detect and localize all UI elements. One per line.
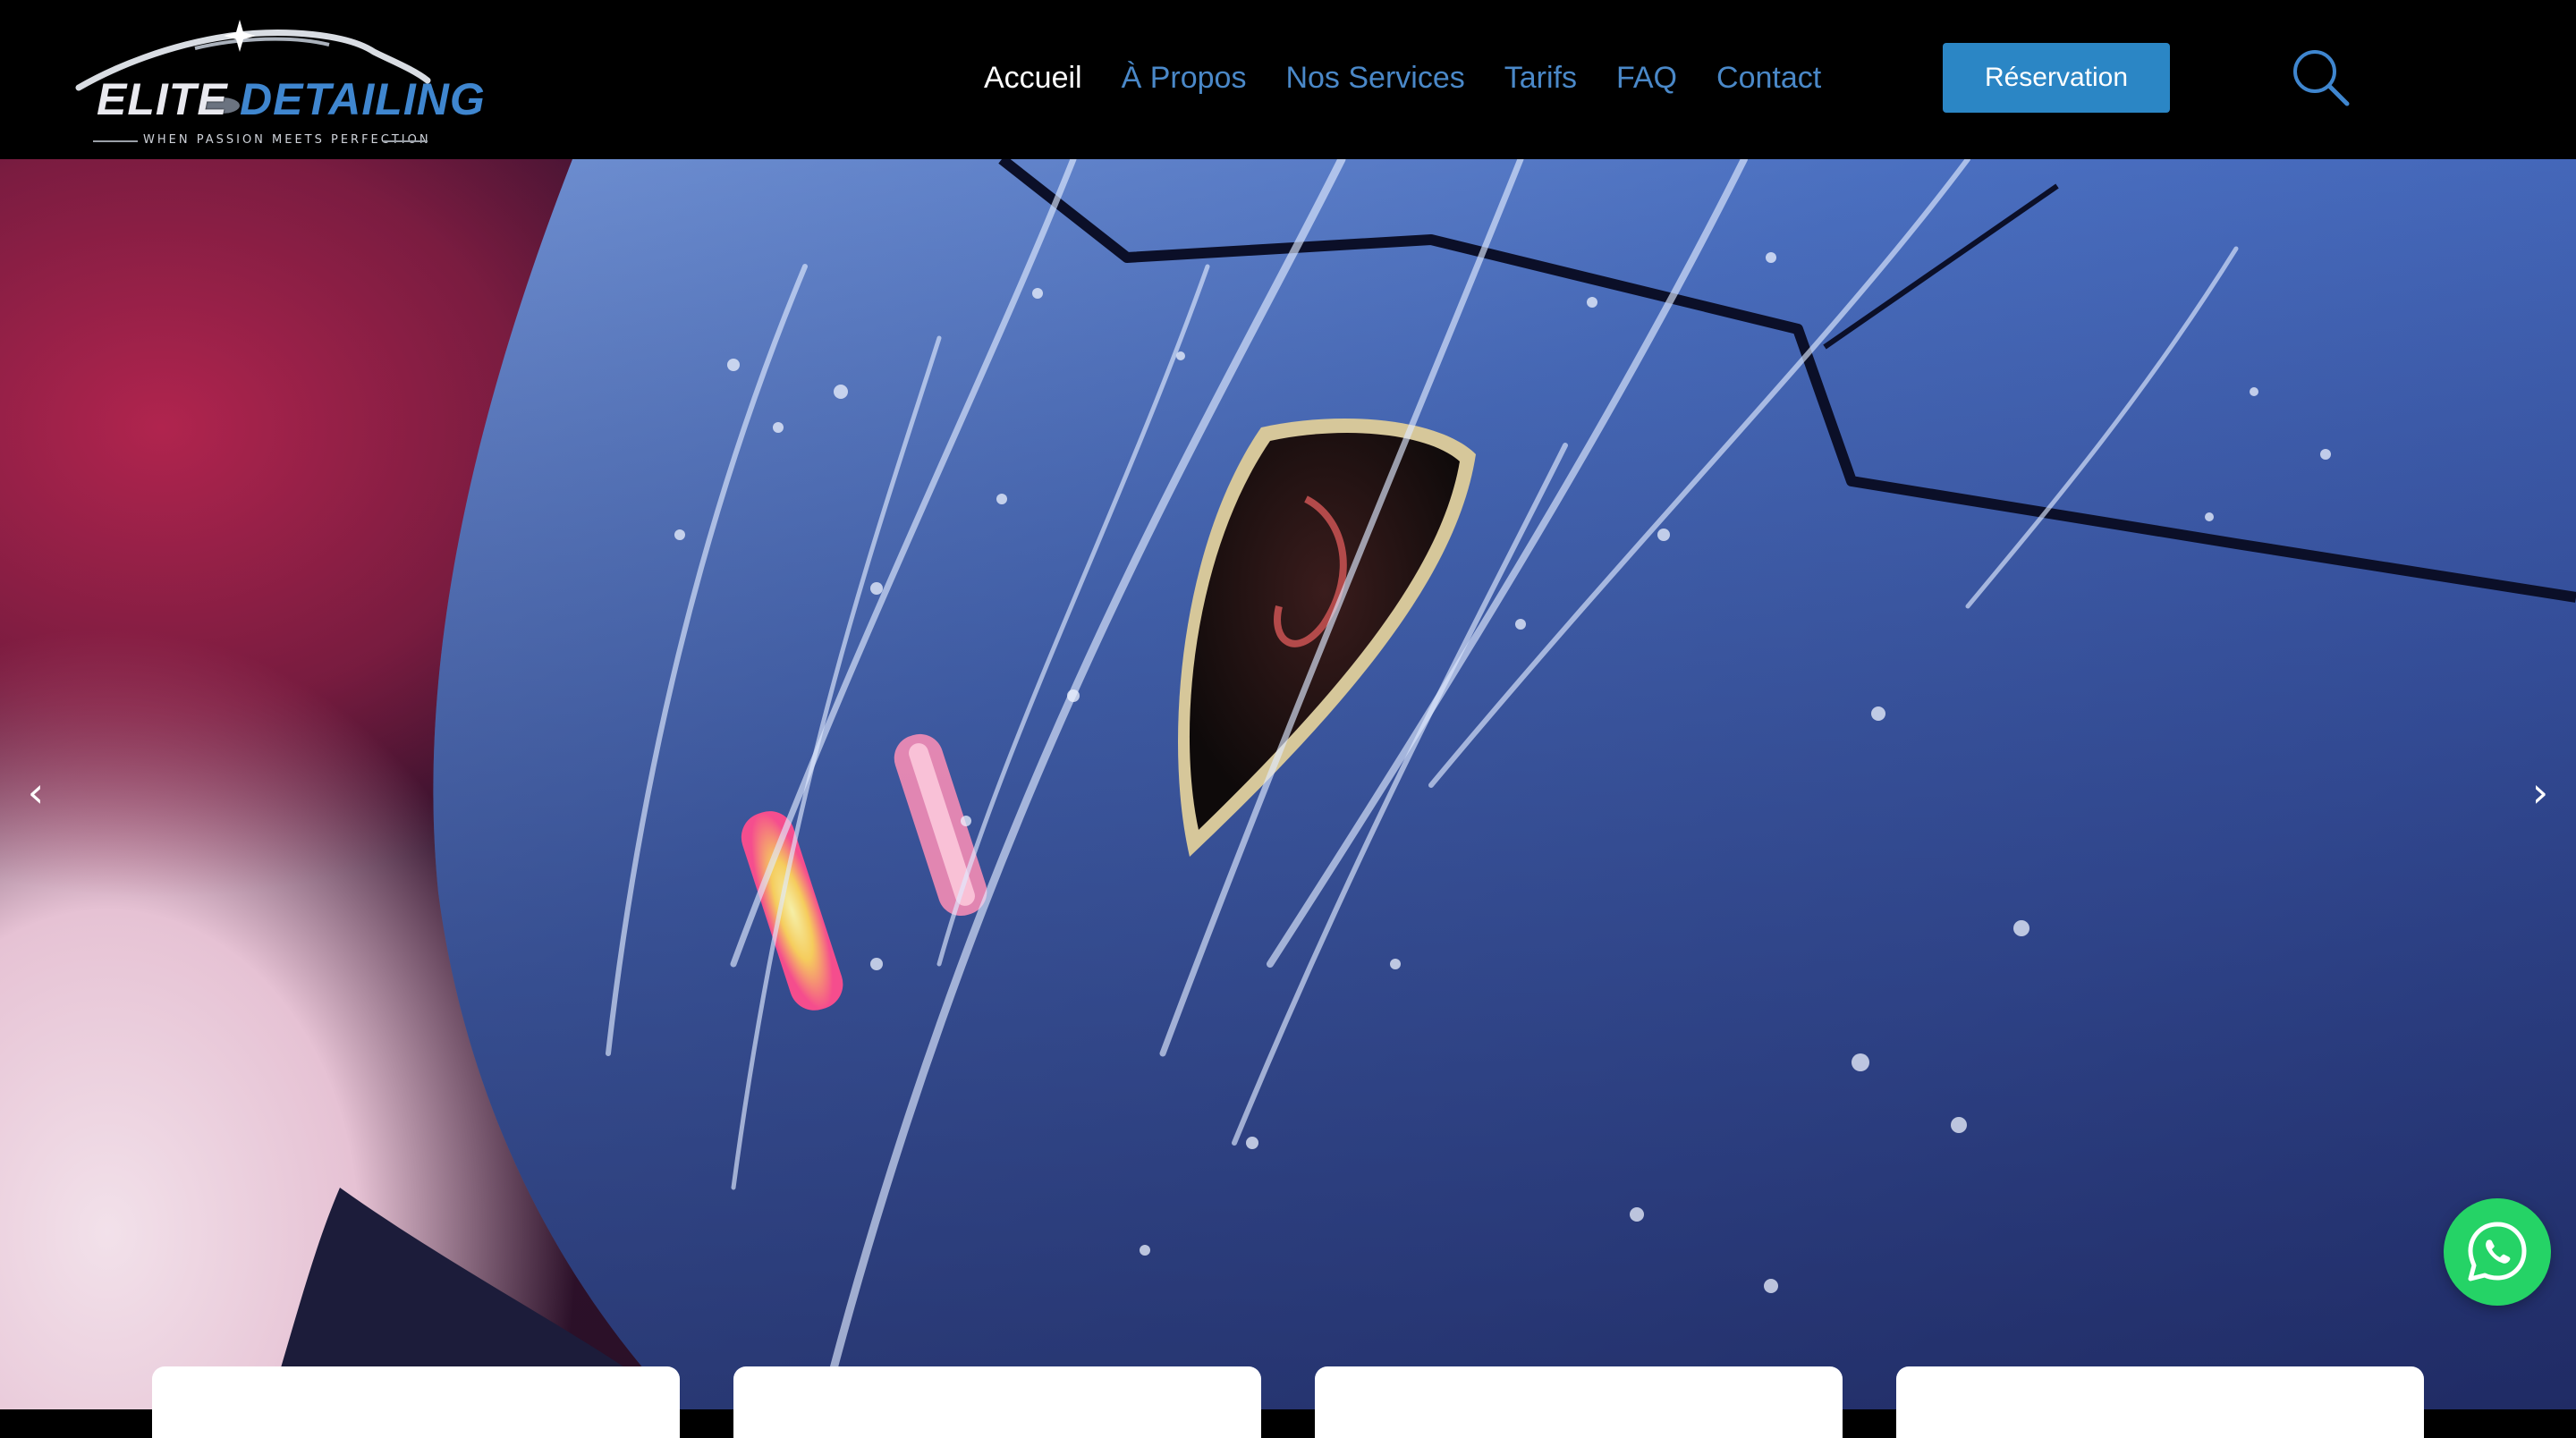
tagline-divider-left [93, 140, 138, 142]
hero-car-image [268, 159, 2576, 1409]
tagline-divider-right [383, 140, 428, 142]
chevron-left-icon: ‹ [27, 768, 45, 816]
brand-name-part1: ELITE [97, 74, 228, 124]
site-header: ELITE DETAILING WHEN PASSION MEETS PERFE… [0, 0, 2576, 159]
brand-logo[interactable]: ELITE DETAILING WHEN PASSION MEETS PERFE… [61, 18, 485, 146]
service-card-3[interactable] [1315, 1366, 1843, 1438]
service-card-1[interactable] [152, 1366, 680, 1438]
service-card-2[interactable] [733, 1366, 1261, 1438]
nav-item-a-propos[interactable]: À Propos [1122, 55, 1247, 100]
nav-item-contact[interactable]: Contact [1716, 55, 1821, 100]
service-card-4[interactable] [1896, 1366, 2424, 1438]
chevron-right-icon: › [2531, 768, 2549, 816]
brand-name-part2: DETAILING [240, 74, 486, 124]
main-nav: Accueil À Propos Nos Services Tarifs FAQ… [984, 55, 1860, 100]
nav-item-faq[interactable]: FAQ [1616, 55, 1677, 100]
nav-item-tarifs[interactable]: Tarifs [1504, 55, 1577, 100]
slider-prev-button[interactable]: ‹ [9, 757, 63, 828]
nav-item-nos-services[interactable]: Nos Services [1285, 55, 1464, 100]
search-icon [2293, 50, 2350, 106]
reservation-button[interactable]: Réservation [1943, 43, 2170, 113]
search-button[interactable] [2290, 47, 2352, 109]
hero-slider: ‹ › [0, 159, 2576, 1409]
whatsapp-icon [2468, 1222, 2527, 1282]
whatsapp-button[interactable] [2444, 1198, 2551, 1306]
slider-next-button[interactable]: › [2513, 757, 2567, 828]
nav-item-accueil[interactable]: Accueil [984, 55, 1082, 100]
